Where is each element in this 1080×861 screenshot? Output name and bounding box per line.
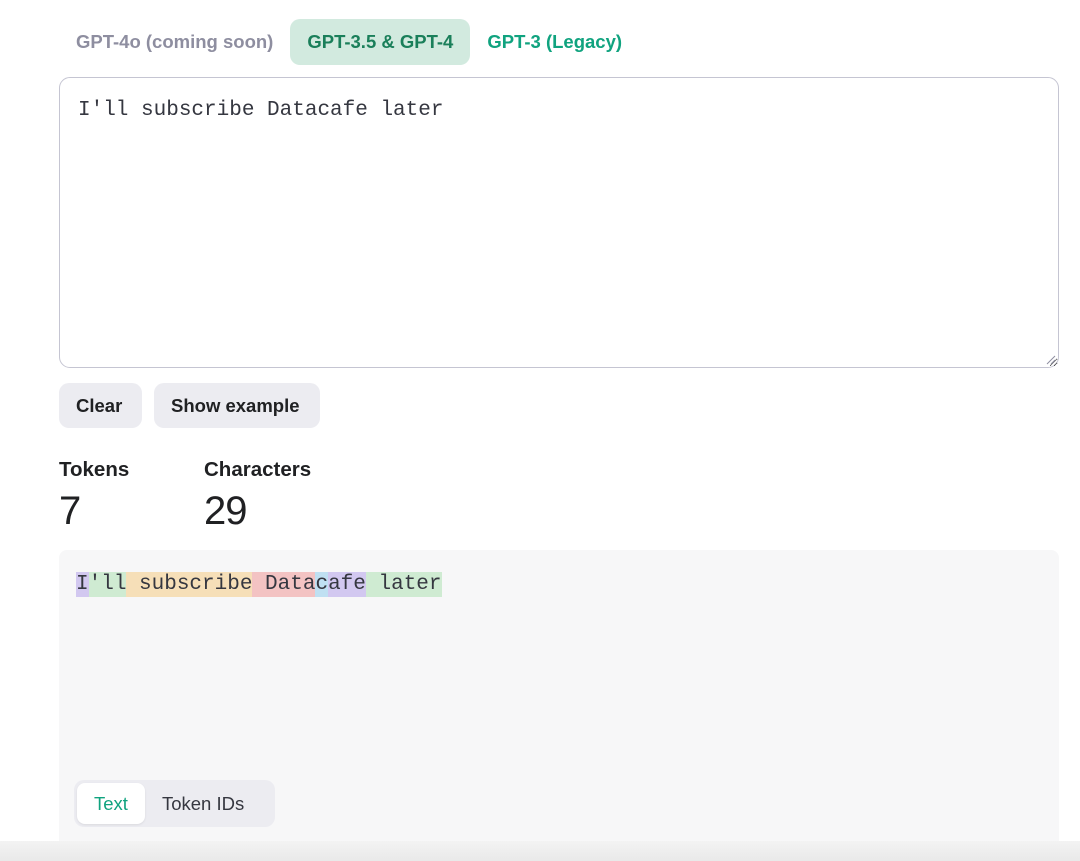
toggle-token-ids[interactable]: Token IDs (145, 783, 261, 824)
token-chip: c (315, 572, 329, 597)
tab-gpt-3-5-gpt-4[interactable]: GPT-3.5 & GPT-4 (290, 19, 471, 65)
clear-button[interactable]: Clear (59, 383, 142, 428)
tokens-count: 7 (59, 489, 81, 533)
resize-handle-icon[interactable] (1044, 353, 1056, 365)
model-tabs: GPT-4o (coming soon) GPT-3.5 & GPT-4 GPT… (59, 19, 639, 65)
show-example-button[interactable]: Show example (154, 383, 320, 428)
tokens-label: Tokens (59, 458, 130, 481)
tokens-stat: Tokens 7 (59, 458, 129, 535)
token-chip: 'll (88, 572, 127, 597)
text-input[interactable] (59, 77, 1059, 368)
characters-stat: Characters 29 (204, 458, 311, 535)
token-chip: afe (328, 572, 366, 597)
token-chip: I (76, 572, 89, 597)
characters-count: 29 (204, 489, 248, 533)
view-toggle: Text Token IDs (74, 780, 275, 827)
characters-label: Characters (204, 458, 312, 481)
toggle-text[interactable]: Text (77, 783, 145, 824)
page-bottom-edge (0, 841, 1080, 861)
tokenizer-page: GPT-4o (coming soon) GPT-3.5 & GPT-4 GPT… (0, 0, 1080, 861)
tab-gpt-4o[interactable]: GPT-4o (coming soon) (59, 19, 290, 65)
token-chip: subscribe (126, 572, 253, 597)
token-chip: later (365, 572, 442, 597)
token-highlight-line: I'll subscribe Data c afe later (76, 572, 442, 597)
token-chip: Data (252, 572, 316, 597)
tab-gpt-3-legacy[interactable]: GPT-3 (Legacy) (470, 19, 639, 65)
